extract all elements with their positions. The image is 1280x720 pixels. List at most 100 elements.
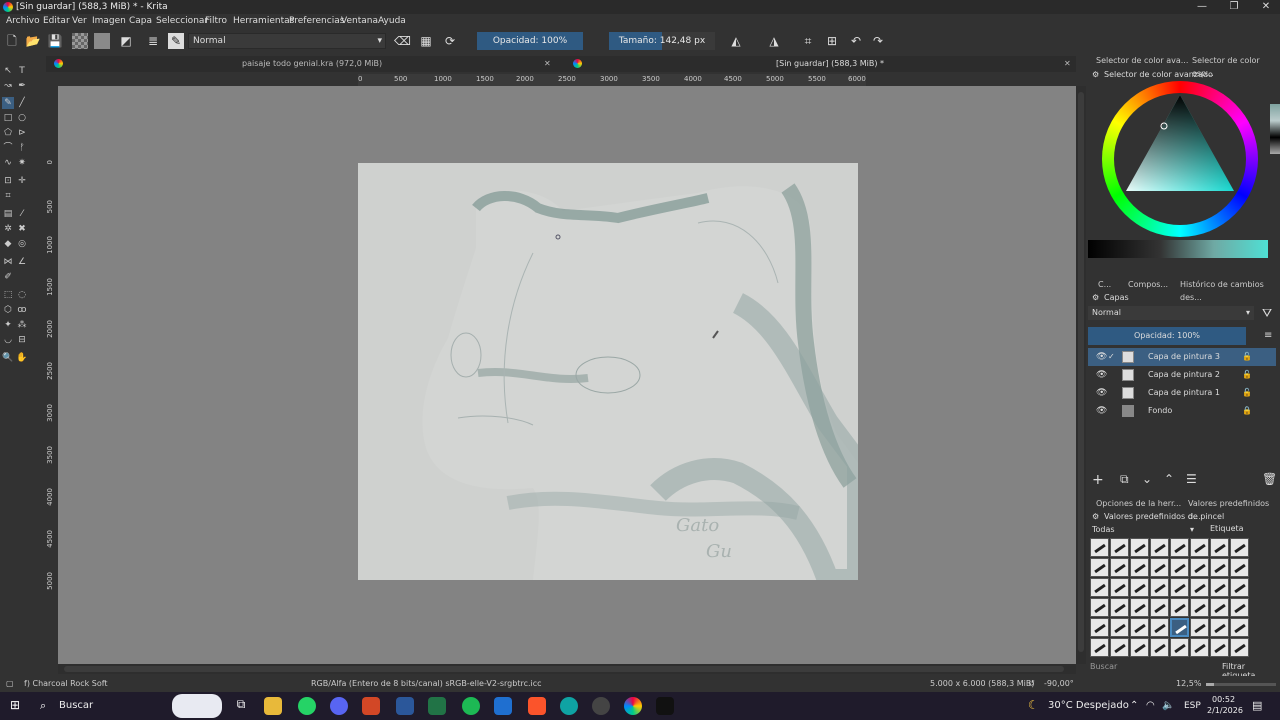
assistant-tool-icon[interactable]: ⋈ [2,256,14,268]
dynamic-brush-icon[interactable]: ∿ [2,157,14,169]
pan-tool-icon[interactable]: ✋ [16,352,28,364]
clock-date[interactable]: 2/1/2026 [1207,706,1243,715]
brush-preset[interactable] [1110,618,1129,637]
fg-bg-color-icon[interactable]: ◩ [118,33,134,49]
new-document-icon[interactable]: 🗋 [4,33,20,49]
brush-preset[interactable] [1190,578,1209,597]
tab-advanced-color-selector[interactable]: Selector de color ava... [1096,54,1188,67]
colorize-mask-icon[interactable]: ✲ [2,223,14,235]
shade-selector[interactable] [1088,240,1268,258]
brush-preset[interactable] [1150,538,1169,557]
brush-preset[interactable] [1190,598,1209,617]
menu-editar[interactable]: Editar [43,15,70,28]
brush-preset[interactable] [1110,578,1129,597]
presets-filter-select[interactable]: Todas ▾ [1088,524,1196,536]
brush-preset[interactable] [1190,558,1209,577]
minimize-button[interactable]: — [1186,0,1218,14]
spotify-icon[interactable] [462,697,480,715]
move-up-icon[interactable]: ⌃ [1164,472,1174,486]
excel-icon[interactable] [428,697,446,715]
github-icon[interactable] [592,697,610,715]
whatsapp-icon[interactable] [298,697,316,715]
notifications-icon[interactable]: ▤ [1252,699,1262,712]
filter-icon[interactable]: ⛛ [1262,306,1272,321]
tab-undo-history[interactable]: Histórico de cambios des... [1180,278,1280,302]
ellipse-tool-icon[interactable]: ○ [16,112,28,124]
brush-preset[interactable] [1170,598,1189,617]
brush-preset[interactable] [1230,598,1249,617]
transform-tool-icon[interactable]: ⊡ [2,175,14,187]
windows-start-icon[interactable]: ⊞ [10,698,20,712]
rect-select-icon[interactable]: ⬚ [2,289,14,301]
scroll-thumb[interactable] [64,666,1064,672]
text-tool-icon[interactable]: T [16,65,28,77]
close-window-button[interactable]: ✕ [1250,0,1280,14]
brush-preset[interactable] [1170,558,1189,577]
alpha-lock-icon[interactable]: ▦ [418,33,434,49]
layer-properties-icon[interactable]: ☰ [1186,472,1197,486]
line-tool-icon[interactable]: ╱ [16,97,28,109]
brush-preset[interactable] [1150,578,1169,597]
redo-icon[interactable]: ↷ [870,33,886,49]
move-down-icon[interactable]: ⌄ [1142,472,1152,486]
brush-preset[interactable] [1210,618,1229,637]
brave-icon[interactable] [528,697,546,715]
brush-preset[interactable] [1090,618,1109,637]
layer-row[interactable]: 👁 Capa de pintura 1 🔓 [1088,384,1276,402]
weather-label[interactable]: 30°C Despejado [1048,700,1129,711]
mail-icon[interactable] [494,697,512,715]
krita-taskbar-icon[interactable] [624,697,642,715]
polygon-tool-icon[interactable]: ⬠ [2,127,14,139]
polyline-tool-icon[interactable]: ⊳ [16,127,28,139]
brush-preset[interactable] [1150,618,1169,637]
ellipse-select-icon[interactable]: ◌ [16,289,28,301]
tab-paisaje[interactable]: paisaje todo genial.kra (972,0 MiB) [242,56,562,72]
lock-icon[interactable]: 🔓 [1242,366,1252,384]
brush-preset[interactable] [1210,638,1229,657]
wrap-around-icon[interactable]: ⊞ [824,33,840,49]
gradient-tool-icon[interactable]: ▤ [2,208,14,220]
freehand-brush-icon[interactable]: ✎ [2,97,14,109]
brush-preset[interactable] [1190,538,1209,557]
crop-icon[interactable]: ⌗ [800,33,816,49]
menu-archivo[interactable]: Archivo [6,15,40,28]
delete-layer-icon[interactable]: 🗑 [1262,472,1277,486]
menu-capa[interactable]: Capa [129,15,152,28]
tab-tool-options[interactable]: Opciones de la herr... [1096,497,1181,510]
brush-settings-icon[interactable]: ≣ [145,33,161,49]
tab-brush-presets[interactable]: Valores predefinidos d... [1188,497,1280,521]
mirror-vertical-icon[interactable]: ◮ [766,33,782,49]
layer-row[interactable]: 👁 Fondo 🔒 [1088,402,1276,420]
tab-compositions[interactable]: Compos... [1128,278,1168,291]
preset-search-input[interactable]: Buscar [1090,662,1117,671]
tag-label[interactable]: Etiqueta [1210,524,1244,533]
layer-row[interactable]: 👁 ✓ Capa de pintura 3 🔓 [1088,348,1276,366]
enclose-fill-icon[interactable]: ◎ [16,238,28,250]
save-icon[interactable]: 💾 [47,33,63,49]
brush-preset[interactable] [1230,638,1249,657]
file-explorer-icon[interactable] [264,697,282,715]
brush-preset[interactable] [1090,538,1109,557]
menu-ver[interactable]: Ver [72,15,87,28]
contiguous-select-icon[interactable]: ✦ [2,319,14,331]
brush-preset[interactable] [1130,538,1149,557]
move-tool-icon[interactable]: ✛ [16,175,28,187]
close-tab-icon[interactable]: ✕ [544,56,551,72]
crop-tool-icon[interactable]: ⌗ [2,190,14,202]
brush-preset[interactable] [1230,558,1249,577]
brush-preset[interactable] [1150,558,1169,577]
brush-preset[interactable] [1130,578,1149,597]
bezier-tool-icon[interactable]: ⌒ [2,142,14,154]
layer-row[interactable]: 👁 Capa de pintura 2 🔓 [1088,366,1276,384]
wifi-icon[interactable]: ◠ [1146,700,1155,711]
similar-select-icon[interactable]: ⁂ [16,319,28,331]
freehand-path-icon[interactable]: ᚠ [16,142,28,154]
vertical-scrollbar[interactable] [1076,86,1086,664]
brush-preset[interactable] [1190,618,1209,637]
xp-pen-icon[interactable] [656,697,674,715]
tab-channels[interactable]: C... [1098,278,1111,291]
tab-specific-color-selector[interactable]: Selector de color esp... [1192,54,1280,78]
brush-preset[interactable] [1170,578,1189,597]
brush-preset[interactable] [1230,618,1249,637]
eye-icon[interactable]: 👁 [1096,366,1107,384]
